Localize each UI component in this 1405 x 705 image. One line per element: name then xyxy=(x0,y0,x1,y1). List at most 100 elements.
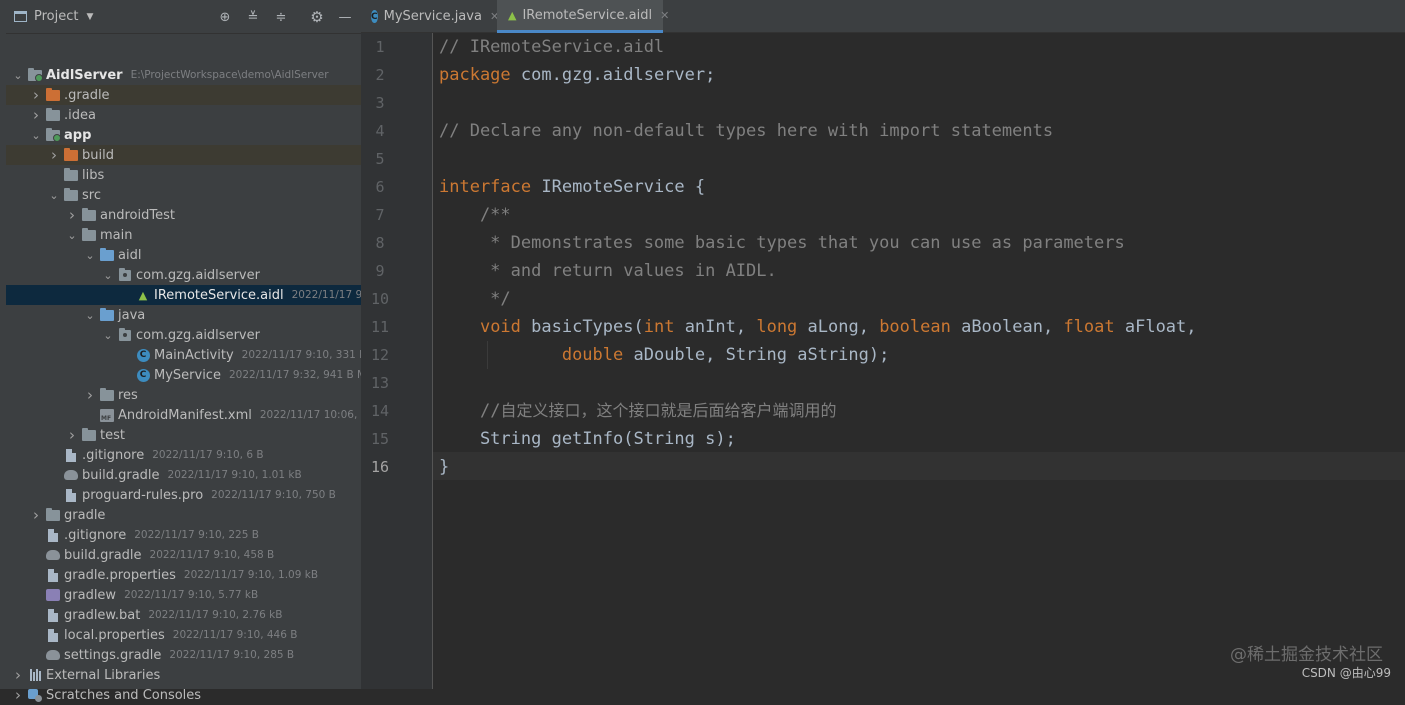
tree-item[interactable]: proguard-rules.pro 2022/11/17 9:10, 750 B xyxy=(6,485,361,505)
chevron-right-icon[interactable]: › xyxy=(48,146,60,164)
chevron-down-icon[interactable]: ⌄ xyxy=(84,309,96,322)
tree-item-meta: 2022/11/17 9:10, 6 B xyxy=(152,449,264,461)
tree-item[interactable]: C MyService 2022/11/17 9:32, 941 B Mo xyxy=(6,365,372,385)
tree-item[interactable]: build.gradle 2022/11/17 9:10, 1.01 kB xyxy=(6,465,361,485)
code-line: // IRemoteService.aidl xyxy=(439,37,665,57)
tree-item[interactable]: ⌄ app xyxy=(6,125,361,145)
tree-item[interactable]: ⌄ com.gzg.aidlserver xyxy=(6,265,361,285)
package-icon xyxy=(118,267,132,282)
project-view-selector[interactable]: Project ▼ xyxy=(14,9,93,24)
close-icon[interactable]: ✕ xyxy=(660,9,669,22)
tree-item[interactable]: gradlew 2022/11/17 9:10, 5.77 kB xyxy=(6,585,361,605)
tab-iremoteservice-aidl[interactable]: ▲ IRemoteService.aidl ✕ xyxy=(497,0,669,33)
tree-item[interactable]: ⌄ java xyxy=(6,305,361,325)
tree-item-label: com.gzg.aidlserver xyxy=(136,327,260,343)
folder-icon xyxy=(100,387,114,402)
line-number: 4 xyxy=(375,122,385,140)
tree-item[interactable]: › test xyxy=(6,425,361,445)
tree-item[interactable]: › External Libraries xyxy=(6,665,361,685)
chevron-right-icon[interactable]: › xyxy=(66,426,78,444)
chevron-down-icon[interactable]: ⌄ xyxy=(66,229,78,242)
tree-item[interactable]: gradle.properties 2022/11/17 9:10, 1.09 k… xyxy=(6,565,361,585)
tree-item-meta: 2022/11/17 9:10, 1.09 kB xyxy=(183,569,319,581)
tree-item[interactable]: › gradle xyxy=(6,505,361,525)
tree-item[interactable]: C MainActivity 2022/11/17 9:10, 331 B T xyxy=(6,345,376,365)
code-line: */ xyxy=(439,289,511,309)
package-icon xyxy=(118,327,132,342)
code-line: * and return values in AIDL. xyxy=(439,261,777,281)
line-number: 7 xyxy=(375,206,385,224)
chevron-down-icon[interactable]: ⌄ xyxy=(30,129,42,142)
chevron-down-icon[interactable]: ⌄ xyxy=(48,189,60,202)
gear-icon[interactable]: ⚙ xyxy=(309,8,325,26)
tree-item[interactable]: build.gradle 2022/11/17 9:10, 458 B xyxy=(6,545,361,565)
gradle-icon xyxy=(46,548,60,562)
folder-icon xyxy=(82,427,96,442)
tree-item[interactable]: ⌄ com.gzg.aidlserver xyxy=(6,325,361,345)
chevron-right-icon[interactable]: › xyxy=(66,206,78,224)
tree-item[interactable]: gradlew.bat 2022/11/17 9:10, 2.76 kB xyxy=(6,605,361,625)
folder-icon xyxy=(64,187,78,202)
tree-item[interactable]: › .idea xyxy=(6,105,361,125)
class-icon: C xyxy=(136,348,150,362)
line-number: 5 xyxy=(375,150,385,168)
android-icon: ▲ xyxy=(138,288,148,302)
tree-item-label: .gradle xyxy=(64,87,110,103)
tree-item[interactable]: .gitignore 2022/11/17 9:10, 225 B xyxy=(6,525,361,545)
chevron-down-icon[interactable]: ⌄ xyxy=(102,329,114,342)
gradle-icon xyxy=(64,468,78,482)
tree-item-label: app xyxy=(64,127,92,143)
tree-item[interactable]: › Scratches and Consoles xyxy=(6,685,361,705)
expand-all-icon[interactable]: ≚ xyxy=(245,9,261,25)
tree-item[interactable]: ⌄ src xyxy=(6,185,361,205)
chevron-right-icon[interactable]: › xyxy=(12,666,24,684)
line-number: 14 xyxy=(370,402,390,420)
credit-label: CSDN @由心99 xyxy=(1301,666,1391,680)
tab-myservice-java[interactable]: C MyService.java ✕ xyxy=(361,0,499,33)
code-line: /** xyxy=(439,205,511,225)
chevron-down-icon[interactable]: ⌄ xyxy=(12,69,24,82)
chevron-down-icon[interactable]: ⌄ xyxy=(84,249,96,262)
tree-item[interactable]: › .gradle xyxy=(6,85,361,105)
folder-orange-icon xyxy=(46,87,60,102)
tree-item-label: local.properties xyxy=(64,627,165,643)
chevron-right-icon[interactable]: › xyxy=(84,386,96,404)
tree-item-label: main xyxy=(100,227,133,243)
chevron-down-icon[interactable]: ⌄ xyxy=(102,269,114,282)
code-line: // Declare any non-default types here wi… xyxy=(439,121,1054,141)
tree-item[interactable]: ⌄ AidlServer E:\ProjectWorkspace\demo\Aidl… xyxy=(6,65,361,85)
tree-item[interactable]: ⌄ aidl xyxy=(6,245,361,265)
chevron-right-icon[interactable]: › xyxy=(30,106,42,124)
tree-item[interactable]: .gitignore 2022/11/17 9:10, 6 B xyxy=(6,445,361,465)
tree-item[interactable]: AndroidManifest.xml2022/11/17 10:06, 1.1… xyxy=(6,405,384,425)
folder-blue-icon xyxy=(100,307,114,322)
locate-file-icon[interactable]: ⊕ xyxy=(217,9,233,25)
hide-panel-icon[interactable]: — xyxy=(337,9,353,25)
tree-item[interactable]: settings.gradle 2022/11/17 9:10, 285 B xyxy=(6,645,361,665)
code-line: } xyxy=(439,457,450,477)
line-number: 3 xyxy=(375,94,385,112)
line-number: 2 xyxy=(375,66,385,84)
collapse-all-icon[interactable]: ≑ xyxy=(273,9,289,25)
tree-item[interactable]: › androidTest xyxy=(6,205,361,225)
project-panel: Project ▼ ⊕ ≚ ≑ ⚙ — ⌄ AidlServer E:\Projec… xyxy=(6,0,384,704)
tree-item-label: .gitignore xyxy=(64,527,127,543)
code-editor[interactable]: 1 2 3 4 5 6 7 8 9 10 11 12 13 14 15 16 // IRemoteServic… xyxy=(361,33,1405,689)
tree-item-label: androidTest xyxy=(100,207,175,223)
tree-item-label: AndroidManifest.xml xyxy=(118,407,252,423)
tree-item-label: java xyxy=(118,307,146,323)
tree-item[interactable]: local.properties 2022/11/17 9:10, 446 B xyxy=(6,625,361,645)
gradle-icon xyxy=(46,648,60,662)
line-number: 8 xyxy=(375,234,385,252)
tree-item[interactable]: ▲ IRemoteService.aidl 2022/11/17 9:22 xyxy=(6,285,379,305)
tree-item-meta: 2022/11/17 9:10, 331 B T xyxy=(241,349,377,361)
tree-item[interactable]: ⌄ main xyxy=(6,225,361,245)
tree-item[interactable]: › build xyxy=(6,145,361,165)
code-line: interface IRemoteService { xyxy=(439,177,706,197)
folder-icon xyxy=(46,107,60,122)
chevron-right-icon[interactable]: › xyxy=(30,506,42,524)
tree-item[interactable]: › res xyxy=(6,385,361,405)
tree-item[interactable]: libs xyxy=(6,165,361,185)
tree-item-meta: 2022/11/17 9:10, 2.76 kB xyxy=(148,609,283,621)
chevron-right-icon[interactable]: › xyxy=(30,86,42,104)
